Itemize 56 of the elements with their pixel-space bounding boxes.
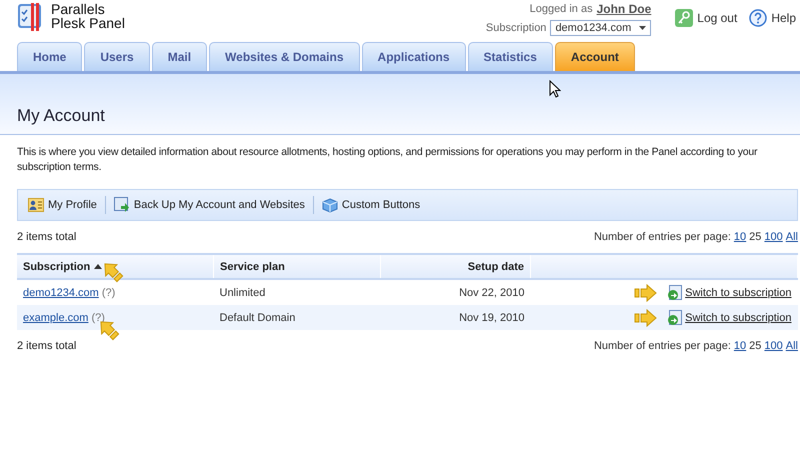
page-size-link[interactable]: All [786, 231, 798, 243]
help-link[interactable]: Help [749, 9, 796, 27]
pager-label: Number of entries per page: [594, 340, 731, 352]
pointer-arrow-icon [634, 284, 658, 302]
key-icon [675, 9, 694, 27]
page-description: This is where you view detailed information about resource allotments, hosting options, and permissions for operations you may perform in the Panel according to your subscription terms. [17, 145, 758, 175]
pager-label: Number of entries per page: [594, 231, 731, 243]
logo-icon [17, 2, 43, 32]
brand-name: Plesk Panel [51, 16, 125, 30]
help-hint[interactable]: (?) [102, 286, 116, 298]
page-size-link[interactable]: 10 [734, 231, 746, 243]
subscription-link[interactable]: example.com [23, 312, 88, 324]
page-size-link[interactable]: 100 [764, 231, 783, 243]
switch-subscription-link[interactable]: Switch to subscription [666, 284, 792, 300]
page-size-link[interactable]: 10 [734, 340, 746, 352]
nav-tab[interactable]: Users [84, 42, 150, 71]
nav-tab[interactable]: Account [554, 42, 635, 71]
nav-tab[interactable]: Statistics [468, 42, 553, 71]
backup-icon [114, 197, 130, 213]
page-title: My Account [17, 106, 105, 126]
user-name-link[interactable]: John Doe [596, 2, 652, 16]
subscription-label: Subscription [486, 22, 546, 34]
logged-in-label: Logged in as [530, 3, 593, 15]
column-header[interactable]: Setup date [380, 254, 530, 279]
subscription-link[interactable]: demo1234.com [23, 286, 99, 298]
table-cell: Default Domain [214, 305, 380, 330]
page-size-link[interactable]: All [786, 340, 798, 352]
column-header[interactable]: Subscription [17, 254, 214, 279]
nav-tab[interactable]: Applications [362, 42, 466, 71]
help-icon [749, 9, 768, 27]
toolbar-button[interactable]: My Profile [26, 196, 99, 214]
nav-tab[interactable]: Mail [152, 42, 208, 71]
column-header[interactable]: Service plan [214, 254, 380, 279]
page-size-link[interactable]: 100 [764, 340, 783, 352]
nav-tab[interactable]: Websites & Domains [209, 42, 360, 71]
items-total: 2 items total [17, 340, 76, 352]
switch-icon [666, 310, 682, 326]
table-cell: Nov 22, 2010 [380, 279, 530, 305]
page-size-current: 25 [749, 231, 762, 243]
cube-icon [322, 198, 338, 212]
table-cell: Nov 19, 2010 [380, 305, 530, 330]
table-cell: Unlimited [214, 279, 380, 305]
logout-link[interactable]: Log out [675, 9, 738, 27]
switch-icon [666, 284, 682, 300]
mouse-cursor-icon [549, 80, 561, 98]
page-size-current: 25 [749, 340, 762, 352]
help-hint[interactable]: (?) [91, 312, 105, 324]
caret-icon [639, 26, 646, 30]
profile-card-icon [28, 198, 44, 212]
items-total: 2 items total [17, 231, 76, 243]
toolbar-button[interactable]: Back Up My Account and Websites [112, 195, 307, 215]
nav-tab[interactable]: Home [17, 42, 82, 71]
brand-name: Parallels [51, 2, 106, 16]
toolbar-button[interactable]: Custom Buttons [320, 196, 422, 214]
subscription-dropdown[interactable]: demo1234.com [550, 20, 652, 36]
pointer-arrow-icon [634, 308, 658, 326]
